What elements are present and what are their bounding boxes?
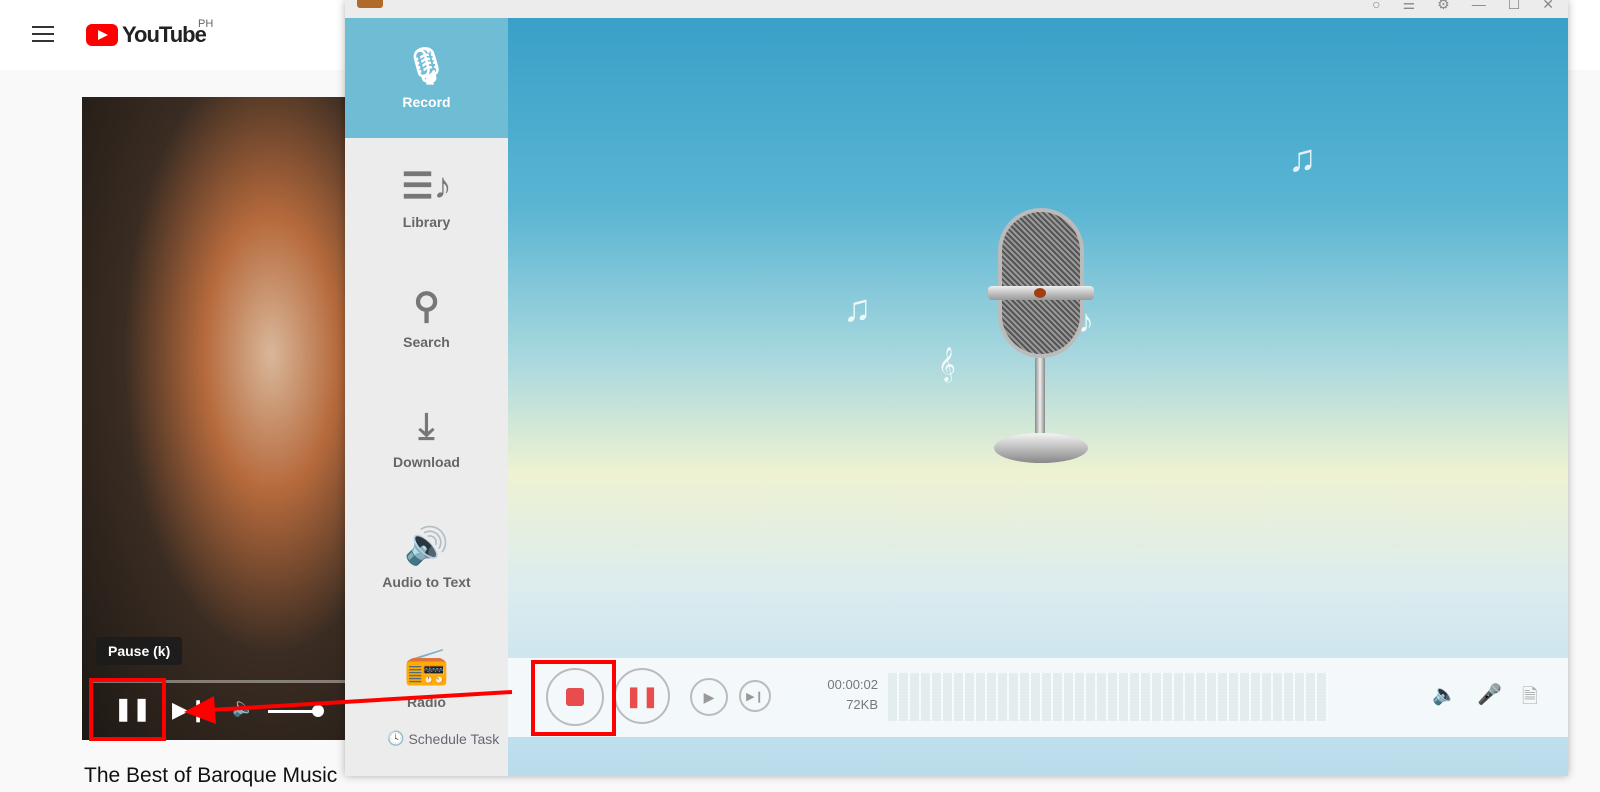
annotation-arrow (184, 690, 513, 724)
